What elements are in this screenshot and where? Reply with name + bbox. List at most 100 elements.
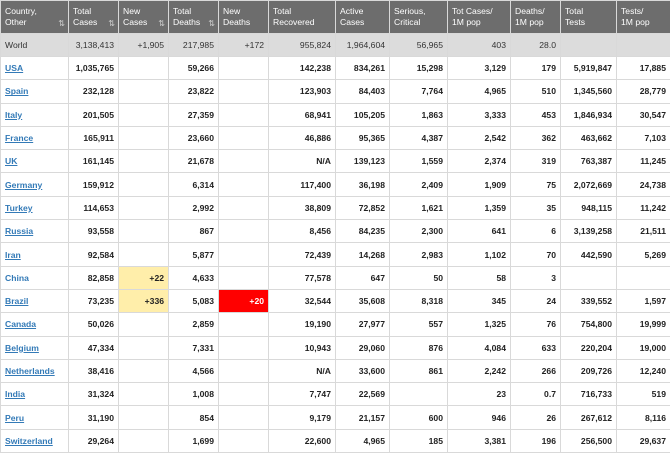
- column-header-total-deaths[interactable]: Total Deaths⇅: [169, 1, 219, 34]
- column-header-label: Tot Cases/ 1M pop: [452, 6, 506, 28]
- cell-tot-cases-per-1m: 345: [448, 289, 511, 312]
- cell-country: Germany: [1, 173, 69, 196]
- cell-total-cases: 38,416: [69, 359, 119, 382]
- cell-total-deaths: 23,660: [169, 126, 219, 149]
- cell-country: Brazil: [1, 289, 69, 312]
- sort-arrows-icon[interactable]: ⇅: [108, 18, 115, 29]
- column-header-total-cases[interactable]: Total Cases⇅: [69, 1, 119, 34]
- sort-arrows-icon[interactable]: ⇅: [208, 18, 215, 29]
- covid-stats-table: Country, Other⇅Total Cases⇅New Cases⇅Tot…: [0, 0, 670, 453]
- cell-active-cases: 139,123: [336, 150, 390, 173]
- cell-new-deaths: [219, 336, 269, 359]
- cell-total-cases: 114,653: [69, 196, 119, 219]
- cell-total-deaths: 6,314: [169, 173, 219, 196]
- cell-country: Belgium: [1, 336, 69, 359]
- cell-tot-cases-per-1m: 2,542: [448, 126, 511, 149]
- cell-country: Canada: [1, 313, 69, 336]
- column-header-country[interactable]: Country, Other⇅: [1, 1, 69, 34]
- column-header-total-tests: Total Tests: [561, 1, 617, 34]
- country-link[interactable]: UK: [5, 156, 17, 166]
- country-link[interactable]: Canada: [5, 319, 36, 329]
- cell-country: Iran: [1, 243, 69, 266]
- cell-new-deaths: [219, 243, 269, 266]
- column-header-serious-critical: Serious, Critical: [390, 1, 448, 34]
- cell-deaths-per-1m: 24: [511, 289, 561, 312]
- cell-active-cases: 834,261: [336, 57, 390, 80]
- cell-total-tests: 1,846,934: [561, 103, 617, 126]
- cell-tot-cases-per-1m: 58: [448, 266, 511, 289]
- cell-total-deaths: 27,359: [169, 103, 219, 126]
- cell-active-cases: 84,235: [336, 220, 390, 243]
- cell-total-deaths: 1,008: [169, 383, 219, 406]
- cell-tot-cases-per-1m: 3,129: [448, 57, 511, 80]
- cell-serious-critical: 50: [390, 266, 448, 289]
- cell-tests-per-1m: 5,269: [617, 243, 670, 266]
- cell-total-deaths: 217,985: [169, 34, 219, 57]
- cell-deaths-per-1m: 319: [511, 150, 561, 173]
- cell-total-cases: 232,128: [69, 80, 119, 103]
- cell-deaths-per-1m: 362: [511, 126, 561, 149]
- cell-new-cases: [119, 383, 169, 406]
- cell-tot-cases-per-1m: 1,359: [448, 196, 511, 219]
- cell-country: India: [1, 383, 69, 406]
- table-row: Turkey114,6532,99238,80972,8521,6211,359…: [1, 196, 670, 219]
- country-link[interactable]: Russia: [5, 226, 33, 236]
- cell-total-deaths: 867: [169, 220, 219, 243]
- country-link[interactable]: France: [5, 133, 33, 143]
- cell-new-deaths: [219, 383, 269, 406]
- column-header-label: Deaths/ 1M pop: [515, 6, 556, 28]
- sort-arrows-icon[interactable]: ⇅: [58, 18, 65, 29]
- cell-active-cases: 33,600: [336, 359, 390, 382]
- cell-new-deaths: [219, 103, 269, 126]
- country-link[interactable]: Switzerland: [5, 436, 53, 446]
- cell-tests-per-1m: 1,597: [617, 289, 670, 312]
- cell-total-tests: 220,204: [561, 336, 617, 359]
- cell-country: Switzerland: [1, 429, 69, 452]
- country-link[interactable]: Brazil: [5, 296, 28, 306]
- cell-tests-per-1m: 30,547: [617, 103, 670, 126]
- country-link[interactable]: Turkey: [5, 203, 33, 213]
- cell-total-cases: 82,858: [69, 266, 119, 289]
- cell-new-deaths: [219, 150, 269, 173]
- cell-new-deaths: [219, 57, 269, 80]
- cell-new-cases: [119, 80, 169, 103]
- cell-country: Spain: [1, 80, 69, 103]
- table-row: China82,858+224,63377,57864750583: [1, 266, 670, 289]
- country-link[interactable]: India: [5, 389, 25, 399]
- cell-tot-cases-per-1m: 3,333: [448, 103, 511, 126]
- cell-total-recovered: N/A: [269, 150, 336, 173]
- column-header-label: Tests/ 1M pop: [621, 6, 666, 28]
- cell-tot-cases-per-1m: 2,242: [448, 359, 511, 382]
- country-link[interactable]: USA: [5, 63, 23, 73]
- cell-total-deaths: 5,877: [169, 243, 219, 266]
- cell-new-deaths: +20: [219, 289, 269, 312]
- cell-total-cases: 73,235: [69, 289, 119, 312]
- sort-arrows-icon[interactable]: ⇅: [158, 18, 165, 29]
- cell-total-cases: 31,190: [69, 406, 119, 429]
- cell-serious-critical: 861: [390, 359, 448, 382]
- country-link[interactable]: Spain: [5, 86, 28, 96]
- cell-total-recovered: 46,886: [269, 126, 336, 149]
- cell-tests-per-1m: 11,245: [617, 150, 670, 173]
- cell-serious-critical: 1,621: [390, 196, 448, 219]
- cell-tests-per-1m: 24,738: [617, 173, 670, 196]
- country-link[interactable]: Iran: [5, 250, 21, 260]
- table-row: Belgium47,3347,33110,94329,0608764,08463…: [1, 336, 670, 359]
- column-header-label: Active Cases: [340, 6, 385, 28]
- column-header-new-cases[interactable]: New Cases⇅: [119, 1, 169, 34]
- country-link[interactable]: Netherlands: [5, 366, 55, 376]
- cell-deaths-per-1m: 76: [511, 313, 561, 336]
- cell-country: France: [1, 126, 69, 149]
- country-link[interactable]: Belgium: [5, 343, 39, 353]
- table-header-row: Country, Other⇅Total Cases⇅New Cases⇅Tot…: [1, 1, 670, 34]
- country-link[interactable]: Peru: [5, 413, 24, 423]
- country-link[interactable]: Italy: [5, 110, 22, 120]
- cell-total-recovered: 7,747: [269, 383, 336, 406]
- cell-tests-per-1m: 28,779: [617, 80, 670, 103]
- cell-total-tests: 339,552: [561, 289, 617, 312]
- cell-total-cases: 1,035,765: [69, 57, 119, 80]
- cell-tot-cases-per-1m: 946: [448, 406, 511, 429]
- country-link[interactable]: Germany: [5, 180, 42, 190]
- cell-total-cases: 50,026: [69, 313, 119, 336]
- cell-serious-critical: 2,300: [390, 220, 448, 243]
